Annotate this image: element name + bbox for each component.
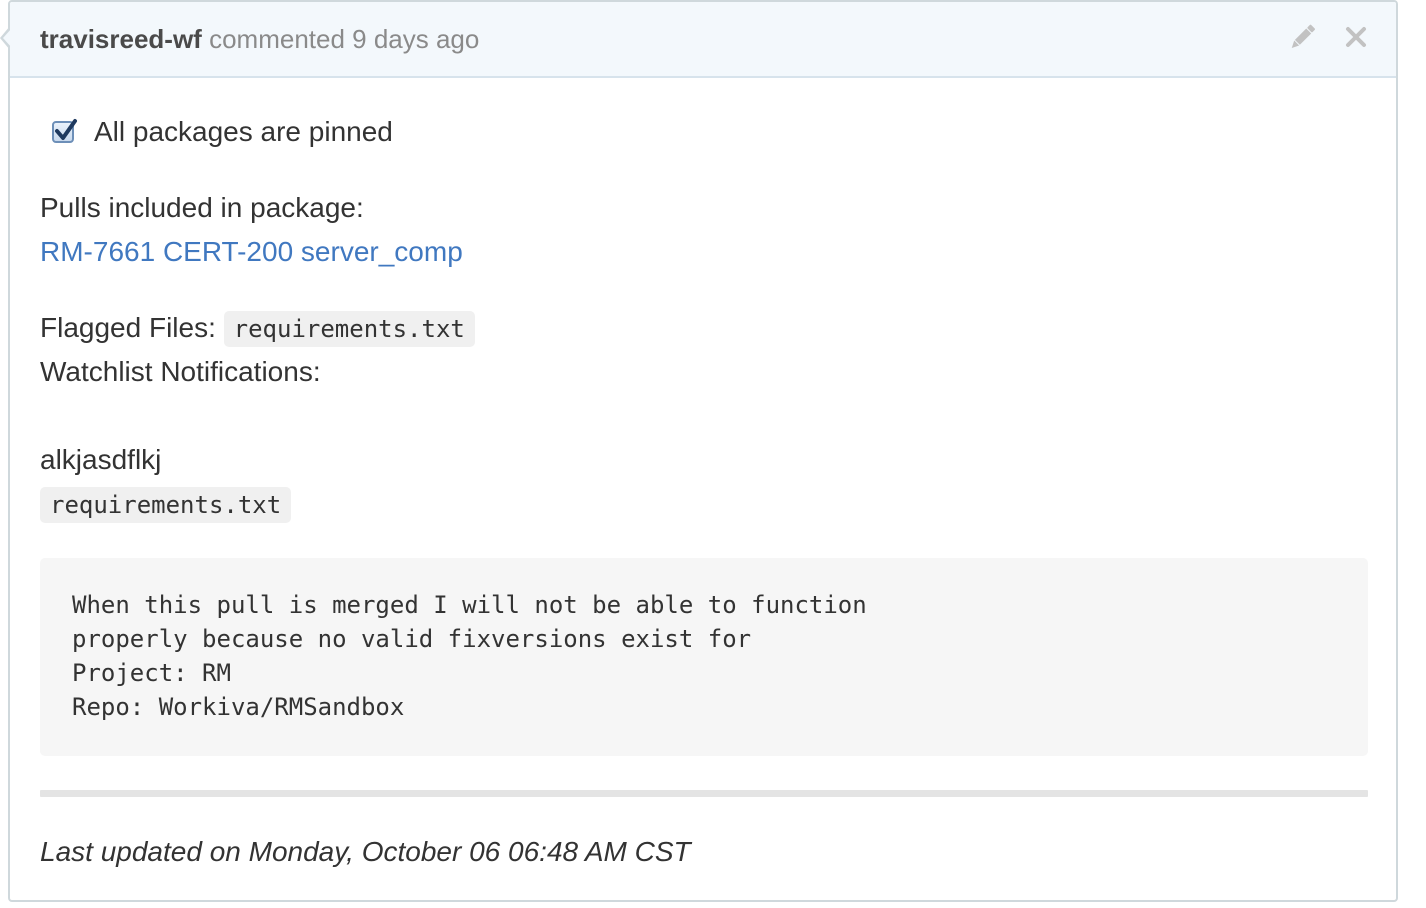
- message-code-block: When this pull is merged I will not be a…: [40, 558, 1368, 756]
- flagged-files-line: Flagged Files: requirements.txt: [40, 310, 475, 347]
- pull-link[interactable]: RM-7661 CERT-200 server_comp: [40, 236, 463, 267]
- comment-header: travisreed-wf commented 9 days ago: [10, 2, 1396, 78]
- last-updated-note: Last updated on Monday, October 06 06:48…: [40, 836, 691, 867]
- watchlist-file-line: requirements.txt: [40, 486, 292, 523]
- flagged-files-label: Flagged Files:: [40, 312, 216, 343]
- edit-comment-button[interactable]: [1286, 20, 1318, 54]
- message-line: properly because no valid fixversions ex…: [72, 625, 752, 653]
- task-checkbox[interactable]: [52, 119, 77, 143]
- task-item: All packages are pinned: [52, 114, 393, 150]
- flagged-file-code: requirements.txt: [223, 311, 475, 347]
- message-line: Project: RM: [72, 659, 231, 687]
- comment-author[interactable]: travisreed-wf: [40, 24, 202, 54]
- comment-actions: [1286, 20, 1372, 54]
- message-line: When this pull is merged I will not be a…: [72, 591, 867, 619]
- watchlist-name: alkjasdflkj: [40, 444, 162, 475]
- pulls-heading: Pulls included in package:: [40, 192, 364, 223]
- horizontal-rule: [40, 790, 1368, 797]
- pull-link-line: RM-7661 CERT-200 server_comp: [40, 234, 463, 270]
- comment-timestamp[interactable]: commented 9 days ago: [209, 24, 479, 54]
- checkmark-icon: [55, 119, 77, 140]
- watchlist-file-code: requirements.txt: [40, 487, 292, 523]
- close-icon: [1346, 27, 1366, 47]
- watchlist-label: Watchlist Notifications:: [40, 356, 321, 387]
- comment-box: travisreed-wf commented 9 days ago All p…: [0, 0, 1398, 902]
- message-line: Repo: Workiva/RMSandbox: [72, 693, 405, 721]
- task-label: All packages are pinned: [94, 116, 393, 147]
- comment-header-text: travisreed-wf commented 9 days ago: [40, 22, 479, 56]
- delete-comment-button[interactable]: [1340, 20, 1372, 54]
- pencil-icon: [1291, 24, 1316, 48]
